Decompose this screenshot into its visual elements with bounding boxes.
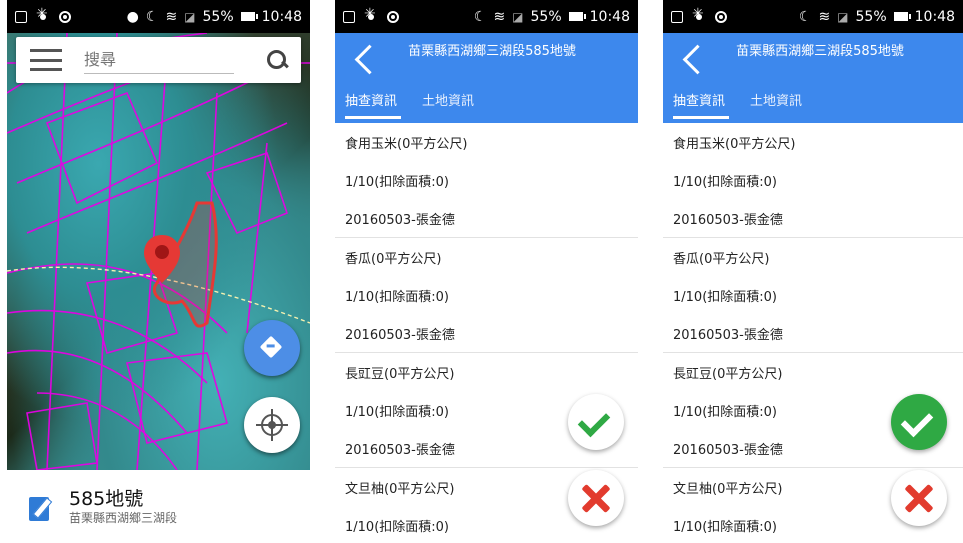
check-icon <box>900 404 934 438</box>
search-bar <box>16 37 301 83</box>
edit-icon <box>29 493 53 521</box>
my-location-icon <box>261 414 283 436</box>
app-bar: 苗栗縣西湖鄉三湖段585地號 抽查資訊 土地資訊 <box>335 33 638 123</box>
approve-button[interactable] <box>568 394 624 450</box>
parcel-number: 585地號 <box>69 487 144 510</box>
list-item[interactable]: 香瓜(0平方公尺) 1/10(扣除面積:0) 20160503-張金德 <box>335 238 638 353</box>
brightness-icon <box>36 6 49 23</box>
record-label: 20160503-張金德 <box>345 327 455 343</box>
crop-label: 食用玉米(0平方公尺) <box>673 136 796 152</box>
record-label: 20160503-張金德 <box>345 212 455 228</box>
crop-label: 香瓜(0平方公尺) <box>345 251 442 267</box>
signal-icon: ◪ <box>512 9 524 24</box>
crop-label: 長豇豆(0平方公尺) <box>345 366 455 382</box>
list-item[interactable]: 食用玉米(0平方公尺) 1/10(扣除面積:0) 20160503-張金德 <box>663 123 963 238</box>
list-item[interactable]: 香瓜(0平方公尺) 1/10(扣除面積:0) 20160503-張金德 <box>663 238 963 353</box>
tab-land-info[interactable]: 土地資訊 <box>422 90 474 109</box>
image-icon <box>671 10 683 23</box>
battery-icon <box>893 12 911 21</box>
wifi-icon: ≋ <box>818 8 831 25</box>
directions-button[interactable] <box>244 320 300 376</box>
clock: 10:48 <box>261 8 302 25</box>
brightness-icon <box>692 6 705 23</box>
list-item[interactable]: 食用玉米(0平方公尺) 1/10(扣除面積:0) 20160503-張金德 <box>335 123 638 238</box>
detail-screen-1: ☾ ≋ ◪ 55% 10:48 苗栗縣西湖鄉三湖段585地號 抽查資訊 土地資訊… <box>335 0 638 543</box>
back-icon[interactable] <box>351 43 379 79</box>
page-title: 苗栗縣西湖鄉三湖段585地號 <box>408 44 576 59</box>
sync-icon <box>387 10 399 23</box>
check-icon <box>577 404 611 438</box>
clock: 10:48 <box>914 8 955 25</box>
image-icon <box>15 10 27 23</box>
page-title: 苗栗縣西湖鄉三湖段585地號 <box>736 44 904 59</box>
signal-icon: ◪ <box>837 9 849 24</box>
search-icon[interactable] <box>265 48 289 72</box>
signal-icon: ◪ <box>184 9 196 24</box>
detail-screen-2: ☾ ≋ ◪ 55% 10:48 苗栗縣西湖鄉三湖段585地號 抽查資訊 土地資訊… <box>663 0 963 543</box>
status-bar: ● ☾ ≋ ◪ 55% 10:48 <box>7 0 310 33</box>
reject-button[interactable] <box>568 470 624 526</box>
crop-label: 食用玉米(0平方公尺) <box>345 136 468 152</box>
status-bar: ☾ ≋ ◪ 55% 10:48 <box>663 0 963 33</box>
tab-survey-info[interactable]: 抽查資訊 <box>673 90 725 109</box>
battery-level: 55% <box>855 8 887 25</box>
approve-button[interactable] <box>891 394 947 450</box>
location-icon: ● <box>126 8 139 25</box>
sync-icon <box>715 10 727 23</box>
tab-survey-info[interactable]: 抽查資訊 <box>345 90 397 109</box>
record-label: 20160503-張金德 <box>673 327 783 343</box>
deduction-label: 1/10(扣除面積:0) <box>673 174 777 190</box>
directions-icon <box>259 335 283 359</box>
my-location-button[interactable] <box>244 397 300 453</box>
parcel-card[interactable]: 585地號 苗栗縣西湖鄉三湖段 <box>7 470 310 543</box>
battery-icon <box>568 12 586 21</box>
wifi-icon: ≋ <box>493 8 506 25</box>
tab-indicator <box>345 116 401 119</box>
crop-label: 長豇豆(0平方公尺) <box>673 366 783 382</box>
tab-indicator <box>673 116 729 119</box>
parcel-location: 苗栗縣西湖鄉三湖段 <box>69 510 178 525</box>
battery-level: 55% <box>530 8 562 25</box>
deduction-label: 1/10(扣除面積:0) <box>345 174 449 190</box>
tab-land-info[interactable]: 土地資訊 <box>750 90 802 109</box>
battery-icon <box>240 12 258 21</box>
deduction-label: 1/10(扣除面積:0) <box>345 289 449 305</box>
map-screen: ● ☾ ≋ ◪ 55% 10:48 <box>7 0 310 543</box>
wifi-icon: ≋ <box>165 8 178 25</box>
reject-button[interactable] <box>891 470 947 526</box>
moon-icon: ☾ <box>473 8 487 25</box>
crop-label: 香瓜(0平方公尺) <box>673 251 770 267</box>
search-input[interactable] <box>84 46 234 74</box>
record-label: 20160503-張金德 <box>673 212 783 228</box>
battery-level: 55% <box>202 8 234 25</box>
location-marker-icon[interactable] <box>142 233 182 285</box>
brightness-icon <box>364 6 377 23</box>
sync-icon <box>59 10 71 23</box>
image-icon <box>343 10 355 23</box>
status-bar: ☾ ≋ ◪ 55% 10:48 <box>335 0 638 33</box>
deduction-label: 1/10(扣除面積:0) <box>673 289 777 305</box>
back-icon[interactable] <box>679 43 707 79</box>
app-bar: 苗栗縣西湖鄉三湖段585地號 抽查資訊 土地資訊 <box>663 33 963 123</box>
menu-icon[interactable] <box>30 49 62 71</box>
moon-icon: ☾ <box>798 8 812 25</box>
clock: 10:48 <box>589 8 630 25</box>
moon-icon: ☾ <box>145 8 159 25</box>
